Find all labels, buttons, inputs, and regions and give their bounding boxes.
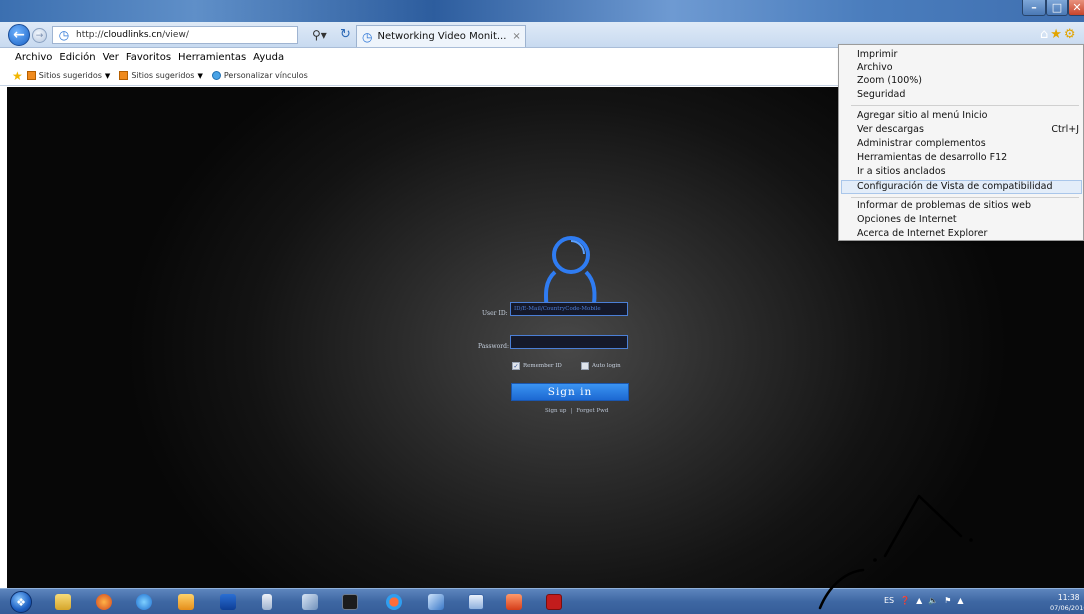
menu-item-zoom[interactable]: Zoom (100%) — [857, 75, 922, 86]
fav-sitios-sugeridos-1[interactable]: Sitios sugeridos ▼ — [26, 71, 111, 80]
clock-time: 11:38 — [1057, 593, 1080, 602]
menu-item-acerca-ie[interactable]: Acerca de Internet Explorer — [857, 228, 987, 239]
auto-login-label: Auto login — [592, 363, 621, 369]
clock-date: 07/06/2016 — [1050, 604, 1084, 612]
language-indicator[interactable]: ES — [884, 596, 894, 605]
ie-link-icon — [211, 71, 221, 80]
suggested-sites-icon — [119, 71, 129, 80]
pen-tool-icon[interactable] — [302, 594, 318, 610]
menu-edicion[interactable]: Edición — [59, 52, 95, 63]
tab-title: Networking Video Monit... — [377, 31, 507, 42]
menu-item-ver-descargas[interactable]: Ver descargas — [857, 124, 924, 135]
menu-item-informar-problemas[interactable]: Informar de problemas de sitios web — [857, 200, 1031, 211]
menu-ver[interactable]: Ver — [103, 52, 119, 63]
favorites-star-icon[interactable]: ★ — [1050, 27, 1064, 42]
network-signal-icon[interactable]: ▲ — [957, 596, 963, 605]
clock[interactable]: 11:38 07/06/2016 — [1050, 592, 1084, 614]
internet-explorer-icon[interactable] — [136, 594, 152, 610]
tab-networking-video-monitor[interactable]: ◷ Networking Video Monit... × — [356, 25, 526, 47]
dropdown-arrow-icon: ▼ — [104, 71, 111, 80]
forward-arrow-icon: → — [35, 30, 44, 41]
pdf-reader-icon[interactable] — [546, 594, 562, 610]
suggested-sites-icon — [26, 71, 36, 80]
fav-personalizar-vinculos[interactable]: Personalizar vínculos — [211, 71, 308, 80]
menu-separator — [851, 197, 1079, 198]
menu-herramientas[interactable]: Herramientas — [178, 52, 246, 63]
sign-up-link[interactable]: Sign up — [545, 408, 566, 414]
password-label: Password: — [478, 343, 509, 350]
menu-shortcut-ctrl-j: Ctrl+J — [1051, 124, 1079, 135]
tab-close-icon[interactable]: × — [512, 31, 520, 42]
address-url: http://cloudlinks.cn/view/ — [76, 30, 189, 40]
media-player-icon[interactable] — [220, 594, 236, 610]
search-icon[interactable]: ⚲▾ — [312, 28, 327, 42]
menu-item-seguridad[interactable]: Seguridad — [857, 89, 905, 100]
firefox-icon[interactable] — [96, 594, 112, 610]
password-input[interactable] — [510, 335, 628, 349]
windows-logo-icon: ❖ — [16, 595, 26, 609]
windows-taskbar: ❖ ES ❓ ▲ 🔈 ⚑ ▲ 11:38 07/06/2016 — [0, 588, 1084, 614]
fav-sitios-sugeridos-2[interactable]: Sitios sugeridos ▼ — [119, 71, 203, 80]
minimize-button[interactable]: – — [1022, 0, 1046, 16]
tools-menu: Imprimir Archivo Zoom (100%) Seguridad A… — [838, 44, 1084, 241]
menu-separator — [851, 105, 1079, 106]
fav-label: Sitios sugeridos — [131, 71, 195, 80]
menu-ayuda[interactable]: Ayuda — [253, 52, 284, 63]
menu-item-agregar-inicio[interactable]: Agregar sitio al menú Inicio — [857, 110, 987, 121]
word-icon[interactable] — [468, 594, 484, 610]
menu-item-archivo[interactable]: Archivo — [857, 62, 893, 73]
auto-login-checkbox[interactable]: Auto login — [581, 362, 621, 370]
gear-icon[interactable]: ⚙ — [1064, 27, 1078, 42]
chrome-icon[interactable] — [386, 594, 402, 610]
link-divider: | — [570, 408, 573, 414]
menu-item-herramientas-desarrollo[interactable]: Herramientas de desarrollo F12 — [857, 152, 1007, 163]
network-app-icon[interactable] — [428, 594, 444, 610]
flag-icon[interactable]: ⚑ — [944, 596, 951, 605]
menu-favoritos[interactable]: Favoritos — [126, 52, 171, 63]
user-id-label: User ID: — [482, 310, 508, 317]
terminal-icon[interactable] — [342, 594, 358, 610]
refresh-icon[interactable]: ↻ — [340, 27, 351, 42]
sign-in-button[interactable]: Sign in — [511, 383, 629, 401]
tray-expand-icon[interactable]: ▲ — [916, 596, 922, 605]
menu-item-complementos[interactable]: Administrar complementos — [857, 138, 986, 149]
user-id-input[interactable]: ID/E-Mail/CountryCode-Mobile — [510, 302, 628, 316]
favorites-star-icon[interactable]: ★ — [12, 69, 23, 83]
forward-button[interactable]: → — [32, 28, 47, 43]
account-links: Sign up | Forget Pwd — [543, 408, 610, 414]
help-icon[interactable]: ❓ — [900, 596, 910, 605]
remember-id-checkbox[interactable]: ✓ Remember ID — [512, 362, 562, 370]
close-window-button[interactable]: ✕ — [1068, 0, 1084, 16]
screen: – □ ✕ ← → ◷ http://cloudlinks.cn/view/ ⚲… — [0, 0, 1084, 614]
back-arrow-icon: ← — [13, 27, 25, 43]
unchecked-checkbox-icon[interactable] — [581, 362, 589, 370]
menu-archivo[interactable]: Archivo — [15, 52, 52, 63]
mail-icon[interactable] — [178, 594, 194, 610]
menu-item-vista-compatibilidad[interactable]: Configuración de Vista de compatibilidad — [857, 181, 1053, 192]
start-button[interactable]: ❖ — [10, 591, 32, 613]
fav-label: Personalizar vínculos — [223, 71, 308, 80]
browser-toolbar-icons: ⌂★⚙ — [1040, 27, 1078, 42]
address-bar[interactable]: ◷ http://cloudlinks.cn/view/ — [52, 26, 298, 44]
back-button[interactable]: ← — [8, 24, 30, 46]
remember-id-label: Remember ID — [523, 363, 562, 369]
system-tray: ES ❓ ▲ 🔈 ⚑ ▲ — [884, 596, 970, 605]
photo-app-icon[interactable] — [506, 594, 522, 610]
explorer-folder-icon[interactable] — [55, 594, 71, 610]
maximize-button[interactable]: □ — [1046, 0, 1068, 16]
checked-checkbox-icon[interactable]: ✓ — [512, 362, 520, 370]
forgot-password-link[interactable]: Forget Pwd — [576, 408, 608, 414]
menu-item-sitios-anclados[interactable]: Ir a sitios anclados — [857, 166, 946, 177]
dropdown-arrow-icon: ▼ — [197, 71, 203, 80]
fav-label: Sitios sugeridos — [38, 71, 102, 80]
menu-item-opciones-internet[interactable]: Opciones de Internet — [857, 214, 957, 225]
menu-item-imprimir[interactable]: Imprimir — [857, 49, 897, 60]
volume-icon[interactable]: 🔈 — [928, 596, 938, 605]
ie-page-icon: ◷ — [58, 28, 70, 42]
home-icon[interactable]: ⌂ — [1040, 27, 1050, 42]
document-icon[interactable] — [262, 594, 272, 610]
ie-tab-icon: ◷ — [362, 29, 373, 44]
window-titlebar: – □ ✕ — [0, 0, 1084, 22]
